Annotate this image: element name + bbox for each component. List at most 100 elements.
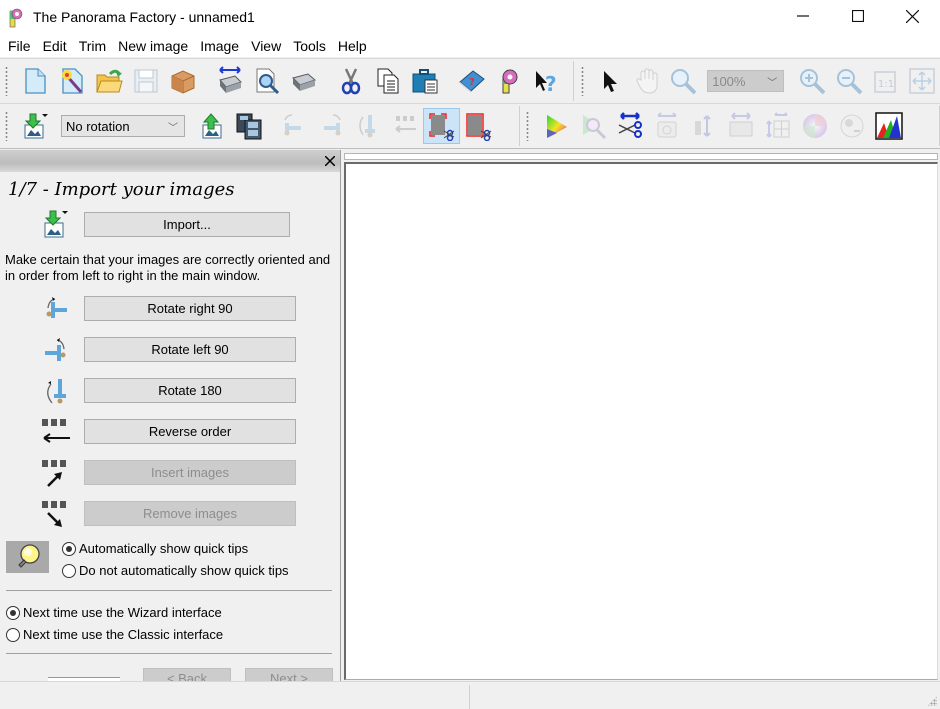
import-button[interactable]: Import... xyxy=(84,212,290,237)
about-button[interactable] xyxy=(490,63,527,99)
minimize-button[interactable] xyxy=(775,0,830,32)
fit-window-icon xyxy=(909,68,935,94)
toolbar-grip[interactable] xyxy=(580,66,586,96)
quick-tips-off-option[interactable]: Do not automatically show quick tips xyxy=(62,563,289,578)
menu-edit[interactable]: Edit xyxy=(37,34,73,58)
help-book-button[interactable]: ? xyxy=(453,63,490,99)
zoom-tool-button[interactable] xyxy=(665,63,701,99)
insert-images-button[interactable]: Insert images xyxy=(84,460,296,485)
color-inspect-button[interactable] xyxy=(574,108,611,144)
maximize-icon xyxy=(851,10,864,22)
wizard-instructions: Make certain that your images are correc… xyxy=(5,252,331,283)
reverse-order-button[interactable]: Reverse order xyxy=(84,419,296,444)
remove-images-button[interactable]: Remove images xyxy=(84,501,296,526)
cut-button[interactable] xyxy=(332,63,369,99)
menu-new-image[interactable]: New image xyxy=(112,34,194,58)
lens-correction-button[interactable] xyxy=(833,108,870,144)
main-toolbar: ? ? xyxy=(0,61,574,101)
rotate-right-tb-button[interactable] xyxy=(275,108,312,144)
menu-image[interactable]: Image xyxy=(194,34,245,58)
open-folder-icon xyxy=(95,69,123,93)
horizontal-align-button[interactable] xyxy=(648,108,685,144)
rotate-left-tb-button[interactable] xyxy=(312,108,349,144)
rotate-180-button[interactable]: Rotate 180 xyxy=(84,378,296,403)
panel-close-button[interactable] xyxy=(322,151,338,172)
export-button[interactable] xyxy=(193,108,230,144)
crop-trim-alt-button[interactable] xyxy=(460,108,497,144)
zoom-in-icon xyxy=(800,69,826,95)
reverse-order-tb-button[interactable] xyxy=(386,108,423,144)
rotate-right-icon xyxy=(46,297,67,318)
print-wide-button[interactable] xyxy=(211,63,248,99)
resize-grip[interactable] xyxy=(927,696,937,706)
actual-size-icon: 1:1 xyxy=(874,71,896,93)
rotate-right-button[interactable]: Rotate right 90 xyxy=(84,296,296,321)
filmstrip-button[interactable] xyxy=(230,108,267,144)
status-pane-right xyxy=(471,685,921,709)
wizard-button[interactable] xyxy=(53,63,90,99)
lightbulb-icon xyxy=(18,544,40,568)
context-help-button[interactable]: ? xyxy=(527,63,564,99)
toolbar-grip[interactable] xyxy=(4,111,10,141)
close-button[interactable] xyxy=(885,0,940,32)
menu-view[interactable]: View xyxy=(245,34,287,58)
color-gamut-button[interactable] xyxy=(537,108,574,144)
maximize-button[interactable] xyxy=(830,0,885,32)
toolbar-grip[interactable] xyxy=(4,66,10,96)
menu-file[interactable]: File xyxy=(2,34,37,58)
select-pointer-button[interactable] xyxy=(592,63,628,99)
fit-window-button[interactable] xyxy=(904,63,940,99)
horizontal-stretch-button[interactable] xyxy=(722,108,759,144)
open-button[interactable] xyxy=(90,63,127,99)
rotate-180-tb-button[interactable] xyxy=(349,108,386,144)
new-document-icon xyxy=(24,68,46,94)
radio-button[interactable] xyxy=(62,563,76,578)
color-wheel-button[interactable] xyxy=(796,108,833,144)
radio-button[interactable] xyxy=(6,627,20,642)
menu-trim[interactable]: Trim xyxy=(73,34,112,58)
save-button[interactable] xyxy=(127,63,164,99)
copy-button[interactable] xyxy=(369,63,406,99)
print-preview-icon xyxy=(256,68,279,95)
menu-tools[interactable]: Tools xyxy=(287,34,332,58)
vertical-shift-button[interactable] xyxy=(685,108,722,144)
back-button[interactable]: < Back xyxy=(143,668,231,681)
toolbar-grip[interactable] xyxy=(525,111,531,141)
zoom-in-button[interactable] xyxy=(794,63,830,99)
export-image-icon xyxy=(202,113,221,139)
quick-tips-auto-option[interactable]: Automatically show quick tips xyxy=(62,541,248,556)
pan-hand-button[interactable] xyxy=(628,63,664,99)
minimize-icon xyxy=(796,15,809,17)
import-image-icon xyxy=(44,210,68,238)
grid-adjust-button[interactable] xyxy=(759,108,796,144)
quick-tips-bulb xyxy=(6,541,49,573)
new-button[interactable] xyxy=(16,63,53,99)
wizard-interface-option[interactable]: Next time use the Wizard interface xyxy=(6,605,222,620)
import-button[interactable] xyxy=(16,108,53,144)
menu-help[interactable]: Help xyxy=(332,34,373,58)
image-canvas[interactable] xyxy=(344,162,938,680)
histogram-icon xyxy=(874,112,903,140)
next-button[interactable]: Next > xyxy=(245,668,333,681)
status-pane-left xyxy=(0,685,470,709)
zoom-out-button[interactable] xyxy=(831,63,867,99)
histogram-button[interactable] xyxy=(870,108,907,144)
view-toolbar: 100% ﹀ 1:1 xyxy=(576,61,940,101)
package-button[interactable] xyxy=(164,63,201,99)
crop-trim-button[interactable] xyxy=(423,108,460,144)
zoom-level-value: 100% xyxy=(712,73,746,89)
zoom-level-select[interactable]: 100% ﹀ xyxy=(707,70,785,92)
actual-size-button[interactable]: 1:1 xyxy=(867,63,903,99)
radio-button[interactable] xyxy=(62,541,76,556)
stitch-cut-button[interactable] xyxy=(611,108,648,144)
rotation-select[interactable]: No rotation ﹀ xyxy=(61,115,185,137)
paste-button[interactable] xyxy=(406,63,443,99)
rotate-left-button[interactable]: Rotate left 90 xyxy=(84,337,296,362)
print-button[interactable] xyxy=(285,63,322,99)
toolbar-row-2: No rotation ﹀ xyxy=(0,103,940,149)
radio-button[interactable] xyxy=(6,605,20,620)
status-bar xyxy=(0,681,940,709)
classic-interface-option[interactable]: Next time use the Classic interface xyxy=(6,627,223,642)
insert-images-icon xyxy=(42,460,66,487)
print-preview-button[interactable] xyxy=(248,63,285,99)
